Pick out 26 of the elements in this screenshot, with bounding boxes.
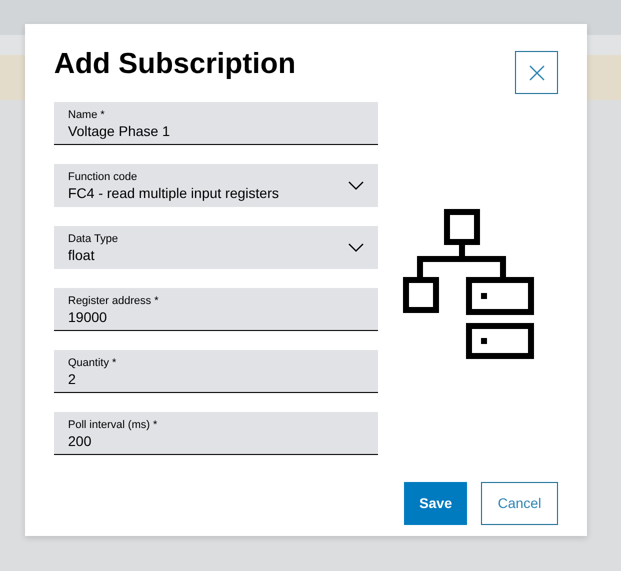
dropdown-field[interactable]: Function code FC4 - read multiple input registers [54,164,378,207]
chevron-down-icon [348,181,364,190]
input-field[interactable]: Quantity * 2 [54,350,378,393]
field-value: 19000 [68,308,107,326]
field-value: Voltage Phase 1 [68,122,170,140]
input-field[interactable]: Register address * 19000 [54,288,378,331]
input-field[interactable]: Name * Voltage Phase 1 [54,102,378,145]
close-icon [528,64,544,80]
field-label: Data Type [68,232,118,246]
cancel-button[interactable]: Cancel [481,482,558,525]
input-field[interactable]: Poll interval (ms) * 200 [54,412,378,455]
dialog-title: Add Subscription [54,47,296,81]
field-value: 2 [68,370,76,388]
field-value: FC4 - read multiple input registers [68,184,279,202]
chevron-down-icon [348,243,364,252]
field-label: Function code [68,170,138,184]
dropdown-field[interactable]: Data Type float [54,226,378,269]
hierarchy-icon [403,209,535,359]
field-value: 200 [68,432,92,450]
field-label: Register address * [68,294,158,308]
field-label: Quantity * [68,356,116,370]
field-label: Name * [68,108,105,122]
close-button[interactable] [515,51,558,94]
save-button[interactable]: Save [404,482,467,525]
field-value: float [68,246,94,264]
field-label: Poll interval (ms) * [68,418,158,432]
